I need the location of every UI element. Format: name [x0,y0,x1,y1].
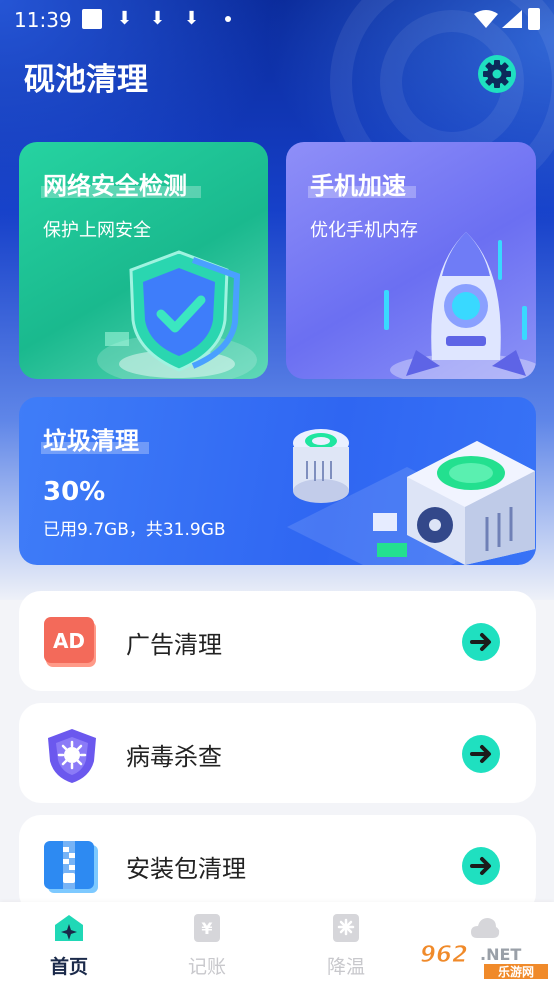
battery-icon [528,8,540,30]
download-icon: ⬇ [150,8,166,29]
junk-clean-card[interactable]: 垃圾清理 30% 已用9.7GB，共31.9GB [19,397,536,565]
tab-label: 降温 [326,956,365,978]
network-security-subtitle: 保护上网安全 [43,220,151,241]
zip-package-icon [44,841,98,893]
list-item-ad-clean[interactable]: AD 广告清理 [19,591,536,691]
svg-text:¥: ¥ [201,919,212,938]
status-bar: 11:39 ⬇ ⬇ ⬇ [0,0,554,38]
phone-speed-card[interactable]: 手机加速 优化手机内存 [286,142,536,379]
wifi-icon [474,10,498,28]
svg-text:.NET: .NET [480,945,521,964]
list-item-label: 广告清理 [126,631,222,659]
list-item-virus-scan[interactable]: 病毒杀查 [19,703,536,803]
tab-home[interactable]: 首页 [14,902,124,984]
ledger-icon: ¥ [194,914,220,942]
arrow-right-icon[interactable] [462,847,500,885]
network-security-title: 网络安全检测 [43,172,187,200]
tab-ledger[interactable]: ¥ 记账 [152,902,262,984]
home-icon [55,915,83,941]
arrow-right-icon[interactable] [462,735,500,773]
watermark-logo: 962 .NET 乐游网 [420,942,548,979]
arrow-right-icon[interactable] [462,623,500,661]
download-icon: ⬇ [184,8,200,29]
ad-icon: AD [44,617,96,667]
download-icon: ⬇ [117,8,133,29]
phone-speed-title: 手机加速 [310,172,406,200]
list-item-label: 安装包清理 [126,855,246,883]
rocket-icon [384,232,536,379]
network-security-card[interactable]: 网络安全检测 保护上网安全 [19,142,268,379]
tab-label: 首页 [49,956,88,978]
svg-text:乐游网: 乐游网 [498,964,534,979]
cool-icon [333,914,359,942]
signal-icon [502,10,522,28]
junk-usage-detail: 已用9.7GB，共31.9GB [43,520,226,540]
svg-text:AD: AD [53,629,85,653]
shield-icon [97,250,257,379]
status-time: 11:39 [14,8,72,32]
list-item-package-clean[interactable]: 安装包清理 [19,815,536,915]
app-title: 砚池清理 [24,62,148,98]
svg-text:962: 962 [420,942,468,968]
list-item-label: 病毒杀查 [126,743,222,771]
dot-icon [225,16,231,22]
tab-label: 记账 [187,956,226,978]
junk-usage-percent: 30% [43,477,106,507]
tab-cool[interactable]: 降温 [291,902,401,984]
junk-clean-title: 垃圾清理 [43,427,139,455]
cleaner-machine-icon [287,429,535,565]
gear-icon[interactable] [477,54,517,94]
virus-shield-icon [48,729,96,783]
screen-record-icon [82,9,102,29]
